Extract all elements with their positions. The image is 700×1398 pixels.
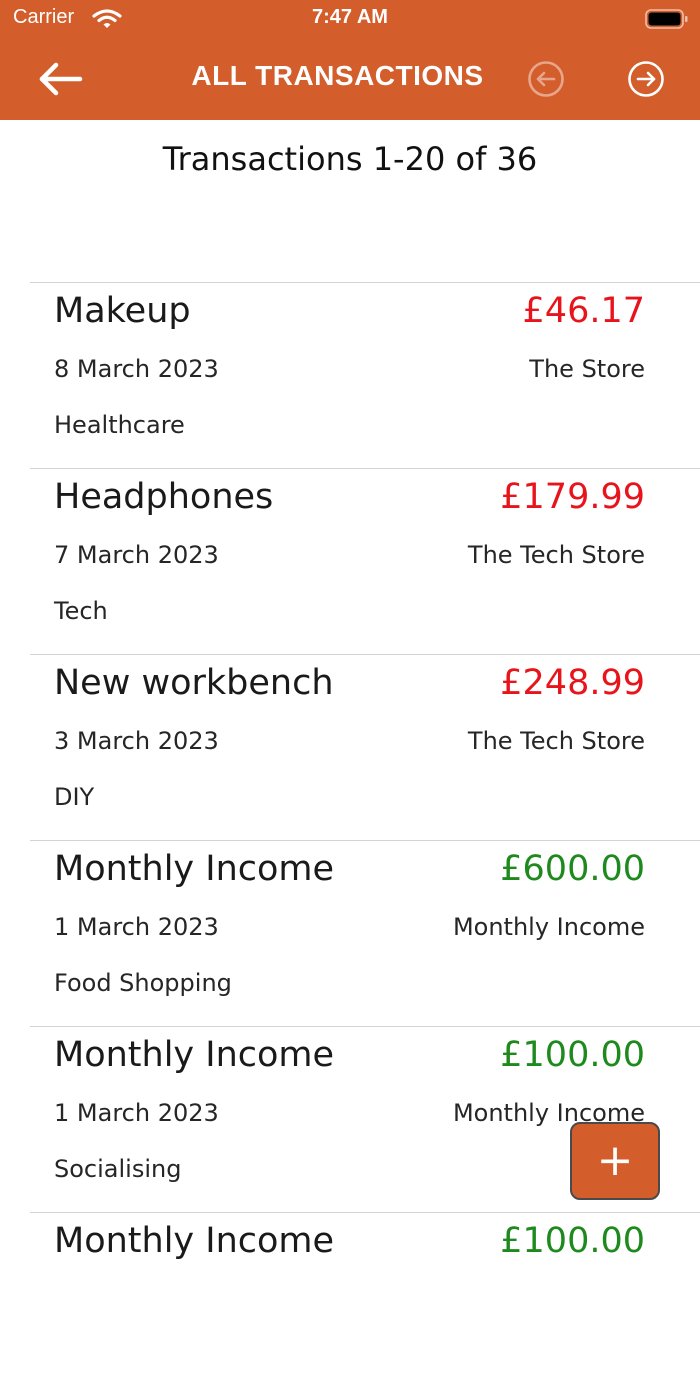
transaction-amount: £100.00 (500, 1221, 645, 1261)
app-header: Carrier 7:47 AM ALL TRANSACTIONS (0, 0, 700, 120)
transaction-merchant: Monthly Income (452, 913, 645, 941)
transaction-row[interactable]: Makeup £46.17 8 March 2023 The Store Hea… (30, 282, 700, 468)
back-button[interactable] (36, 58, 84, 100)
status-bar: Carrier 7:47 AM (0, 0, 700, 38)
transaction-amount: £46.17 (522, 291, 645, 331)
transaction-amount: £248.99 (500, 663, 645, 703)
transaction-merchant: The Tech Store (467, 541, 645, 569)
transaction-title: Makeup (54, 291, 191, 331)
transaction-date: 3 March 2023 (54, 727, 219, 755)
transaction-row[interactable]: Headphones £179.99 7 March 2023 The Tech… (30, 468, 700, 654)
page-title: ALL TRANSACTIONS (191, 60, 484, 91)
battery-icon (645, 9, 689, 29)
previous-page-button[interactable] (527, 60, 565, 98)
transaction-merchant: The Tech Store (467, 727, 645, 755)
transaction-title: Monthly Income (54, 1035, 335, 1075)
transaction-row[interactable]: Monthly Income £600.00 1 March 2023 Mont… (30, 840, 700, 1026)
add-transaction-button[interactable]: + (570, 1122, 660, 1200)
transaction-title: Monthly Income (54, 849, 335, 889)
transaction-amount: £179.99 (500, 477, 645, 517)
transaction-date: 1 March 2023 (54, 913, 219, 941)
transaction-category: Socialising (54, 1155, 182, 1183)
transaction-title: Headphones (54, 477, 274, 517)
transaction-category: Food Shopping (54, 969, 232, 997)
transaction-row[interactable]: New workbench £248.99 3 March 2023 The T… (30, 654, 700, 840)
transaction-title: Monthly Income (54, 1221, 335, 1261)
clock: 7:47 AM (312, 6, 388, 28)
transaction-amount: £600.00 (500, 849, 645, 889)
transaction-list: Makeup £46.17 8 March 2023 The Store Hea… (30, 282, 700, 1398)
circle-arrow-left-icon (527, 61, 565, 102)
transaction-row[interactable]: Monthly Income £100.00 (30, 1212, 700, 1398)
transaction-date: 8 March 2023 (54, 355, 219, 383)
transaction-category: Healthcare (54, 411, 185, 439)
transaction-date: 7 March 2023 (54, 541, 219, 569)
circle-arrow-right-icon (627, 61, 665, 102)
arrow-left-icon (36, 62, 84, 104)
transaction-amount: £100.00 (500, 1035, 645, 1075)
plus-icon: + (596, 1135, 634, 1186)
pagination-summary: Transactions 1-20 of 36 (162, 140, 538, 178)
next-page-button[interactable] (627, 60, 665, 98)
transaction-title: New workbench (54, 663, 334, 703)
transaction-date: 1 March 2023 (54, 1099, 219, 1127)
transaction-category: DIY (54, 783, 95, 811)
transaction-merchant: The Store (529, 355, 645, 383)
transaction-category: Tech (54, 597, 108, 625)
